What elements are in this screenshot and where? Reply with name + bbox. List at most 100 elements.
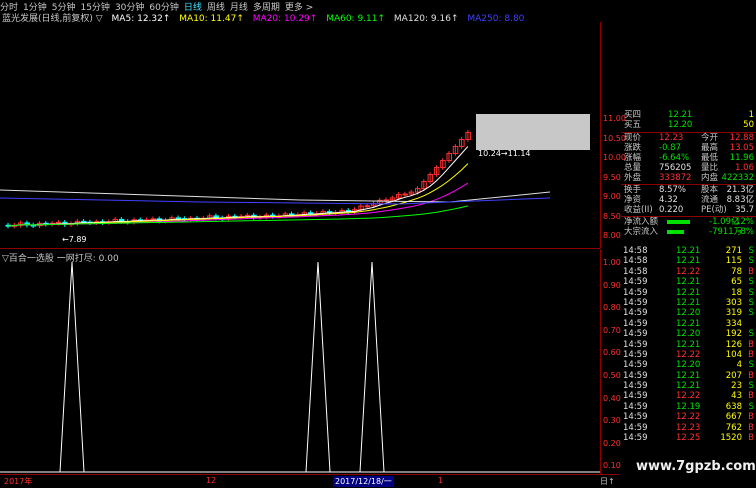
trade-t: 14:59: [623, 287, 648, 298]
trade-v: 319: [725, 308, 742, 319]
trade-s: S: [748, 401, 754, 412]
trade-v: 1520: [720, 433, 742, 444]
trade-t: 14:59: [623, 360, 648, 371]
candle-body: [81, 220, 87, 223]
trade-t: 14:59: [623, 277, 648, 288]
indicator-tick: 0.30: [603, 416, 621, 426]
fund-v1: 0.220: [659, 205, 684, 215]
spike-0: [59, 262, 85, 473]
bid5-price: 12.20: [668, 120, 693, 130]
trade-t: 14:59: [623, 433, 648, 444]
date-current: 2017/12/18/一: [333, 476, 394, 487]
trade-s: S: [748, 246, 754, 256]
trade-p: 12.21: [676, 318, 701, 329]
fund-v2: 8.83亿: [726, 195, 754, 205]
candles: [5, 130, 471, 229]
bid5-label: 买五: [624, 120, 642, 130]
quote-l2: 内盘: [701, 173, 719, 183]
quote-v1: -6.64%: [659, 153, 690, 163]
trade-s: B: [748, 339, 754, 350]
flow-label: 大宗流入: [624, 227, 659, 237]
trade-v: 115: [725, 256, 742, 267]
quote-row: 涨跌 -0.87 最高 13.05: [621, 143, 756, 153]
date-label-end[interactable]: 日↑: [600, 476, 615, 487]
trade-row: 14:59 12.23 762 B: [621, 423, 756, 433]
trade-s: S: [748, 329, 754, 340]
price-tick: 9.00: [603, 192, 621, 201]
indicator-chart[interactable]: [0, 262, 600, 474]
quote-v1: 12.23: [659, 133, 684, 143]
trade-v: 303: [725, 297, 742, 308]
flow-bar: [667, 230, 685, 234]
trade-row: 14:59 12.21 65 S: [621, 277, 756, 287]
trade-t: 14:59: [623, 412, 648, 423]
trade-t: 14:59: [623, 381, 648, 392]
trade-t: 14:58: [623, 266, 648, 277]
trade-s: S: [748, 381, 754, 392]
bid4-label: 买四: [624, 110, 642, 120]
trade-v: 192: [725, 329, 742, 340]
trade-t: 14:58: [623, 246, 648, 256]
flow-bar: [667, 220, 690, 224]
trade-s: B: [748, 370, 754, 381]
fund-v1: 8.57%: [659, 185, 687, 195]
fund-v2: 21.3亿: [726, 185, 754, 195]
zoom-selection-box[interactable]: [476, 114, 590, 150]
trade-s: B: [748, 391, 754, 402]
date-label-right: 1: [438, 476, 444, 485]
flow-pct: -12%: [732, 217, 754, 227]
indicator-tick: 0.20: [603, 438, 621, 448]
trade-v: 104: [725, 349, 742, 360]
bid4-vol: 1: [748, 110, 754, 120]
fund-v2: 35.7: [735, 205, 754, 215]
trade-t: 14:59: [623, 391, 648, 402]
candle-body: [175, 217, 182, 220]
candlestick-chart[interactable]: ←7.89 10.24→11.14: [0, 22, 600, 249]
trade-p: 12.21: [676, 381, 701, 392]
quote-v2: 422332: [721, 173, 754, 183]
candle-body: [402, 193, 408, 196]
trade-v: 4: [736, 360, 742, 371]
trade-t: 14:59: [623, 401, 648, 412]
trade-p: 12.19: [676, 401, 701, 412]
price-axis: 11.00 10.50 10.00 9.50 9.00 8.50 8.00: [600, 22, 626, 248]
trade-t: 14:59: [623, 339, 648, 350]
trade-p: 12.21: [676, 287, 701, 298]
trade-p: 12.20: [676, 308, 701, 319]
quote-rows: 现价 12.23 今开 12.88 涨跌 -0.87 最高 13.05 涨幅 -6.64% 最低 11…: [621, 133, 756, 183]
trade-p: 12.21: [676, 297, 701, 308]
quote-l2: 量比: [701, 163, 719, 173]
quote-panel: 买四 12.21 1 买五 12.20 50 现价 12.23 今开 12.88 涨跌 -…: [621, 110, 756, 237]
trade-row: 14:59 12.22 667 B: [621, 412, 756, 422]
date-label-left: 2017年: [4, 477, 33, 486]
trade-v: 207: [725, 370, 742, 381]
trade-t: 14:59: [623, 370, 648, 381]
indicator-tick: 0.70: [603, 325, 621, 335]
trade-row: 14:59 12.21 207 B: [621, 371, 756, 381]
trade-t: 14:59: [623, 308, 648, 319]
trade-v: 762: [725, 422, 742, 433]
trade-s: S: [748, 287, 754, 298]
date-axis: 2017年 12 2017/12/18/一 1 日↑: [0, 474, 620, 488]
candle-body: [364, 205, 371, 208]
trade-p: 12.22: [676, 266, 701, 277]
fund-flow: 净流入额 -1.09亿 -12% 大宗流入 -7911万 -8%: [621, 217, 756, 237]
bid4-row: 买四 12.21 1: [621, 110, 756, 120]
trade-s: S: [748, 256, 754, 267]
quote-l1: 涨幅: [624, 153, 642, 163]
trade-s: S: [748, 297, 754, 308]
trade-p: 12.22: [676, 391, 701, 402]
quote-v1: 756205: [659, 163, 692, 173]
trade-s: S: [748, 308, 754, 319]
trade-p: 12.21: [676, 256, 701, 267]
trade-p: 12.20: [676, 360, 701, 371]
fund-v1: 4.32: [659, 195, 678, 205]
trade-p: 12.25: [676, 433, 701, 444]
trade-v: 43: [731, 391, 742, 402]
indicator-tick: 0.90: [603, 280, 621, 290]
price-tick: 8.50: [603, 211, 621, 221]
trade-v: 65: [731, 277, 742, 288]
trade-row: 14:59 12.20 319 S: [621, 308, 756, 318]
quote-row: 外盘 333872 内盘 422332: [621, 173, 756, 183]
fund-l1: 净资: [624, 195, 642, 205]
